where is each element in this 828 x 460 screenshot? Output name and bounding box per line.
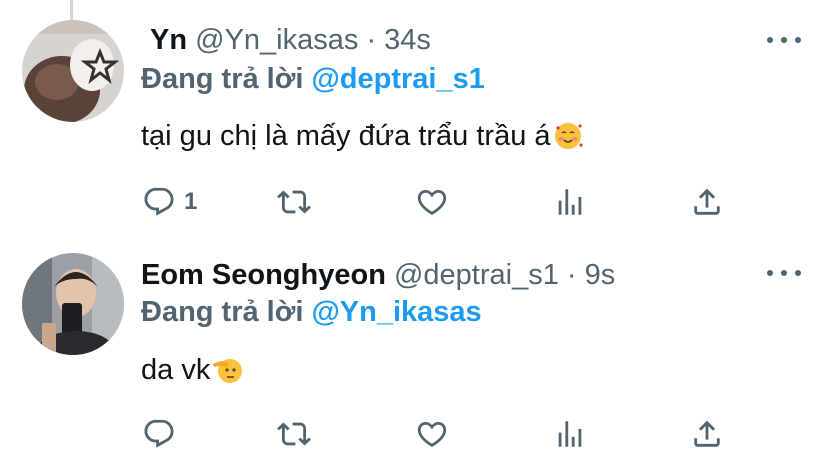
replying-to-label: Đang trả lời bbox=[141, 63, 304, 95]
reply-count: 1 bbox=[184, 188, 198, 215]
replying-to: Đang trả lời @deptrai_s1 bbox=[141, 61, 485, 97]
tweet-1[interactable]: Yn @Yn_ikasas · 34s Đang trả lời @deptra… bbox=[0, 0, 828, 233]
thread-line bbox=[70, 0, 73, 20]
tweet-text: tại gu chị là mấy đứa trẩu trầu á bbox=[141, 118, 583, 160]
timestamp[interactable]: 9s bbox=[585, 259, 616, 291]
share-icon bbox=[694, 420, 720, 447]
replying-to-label: Đang trả lời bbox=[141, 296, 304, 328]
retweet-icon bbox=[277, 422, 311, 446]
retweet-button[interactable] bbox=[277, 414, 311, 454]
reply-button[interactable] bbox=[142, 414, 184, 454]
replying-to: Đang trả lời @Yn_ikasas bbox=[141, 294, 482, 330]
username[interactable]: @Yn_ikasas bbox=[195, 24, 358, 56]
separator-dot: · bbox=[366, 24, 377, 56]
retweet-button[interactable] bbox=[277, 182, 311, 222]
tweet-actions bbox=[0, 414, 828, 454]
tweet-2[interactable]: Eom Seonghyeon @deptrai_s1 · 9s Đang trả… bbox=[0, 233, 828, 460]
tweet-header: Eom Seonghyeon @deptrai_s1 · 9s bbox=[141, 257, 615, 293]
reply-icon bbox=[144, 419, 174, 448]
tweet-actions: 1 bbox=[0, 182, 828, 222]
share-button[interactable] bbox=[690, 182, 724, 222]
more-icon[interactable] bbox=[766, 263, 802, 283]
views-icon bbox=[558, 421, 582, 447]
avatar[interactable] bbox=[22, 253, 124, 355]
smiling-face-with-hearts-icon bbox=[553, 121, 583, 160]
retweet-icon bbox=[277, 190, 311, 214]
tweet-text-content: tại gu chị là mấy đứa trẩu trầu á bbox=[141, 120, 551, 152]
views-button[interactable] bbox=[553, 182, 587, 222]
share-button[interactable] bbox=[690, 414, 724, 454]
display-name[interactable]: Yn bbox=[150, 24, 187, 56]
username[interactable]: @deptrai_s1 bbox=[394, 259, 559, 291]
like-button[interactable] bbox=[415, 182, 449, 222]
tweet-header: Yn @Yn_ikasas · 34s bbox=[150, 22, 431, 58]
avatar[interactable] bbox=[22, 20, 124, 122]
like-icon bbox=[417, 421, 447, 447]
separator-dot: · bbox=[566, 259, 577, 291]
replying-to-mention[interactable]: @Yn_ikasas bbox=[311, 296, 481, 328]
tweet-text: da vk bbox=[141, 352, 243, 394]
like-icon bbox=[417, 189, 447, 215]
display-name[interactable]: Eom Seonghyeon bbox=[141, 259, 386, 291]
tweet-text-content: da vk bbox=[141, 354, 211, 386]
views-icon bbox=[558, 189, 582, 215]
more-icon[interactable] bbox=[766, 30, 802, 50]
views-button[interactable] bbox=[553, 414, 587, 454]
reply-icon bbox=[144, 187, 174, 216]
timestamp[interactable]: 34s bbox=[384, 24, 431, 56]
share-icon bbox=[694, 188, 720, 215]
like-button[interactable] bbox=[415, 414, 449, 454]
saluting-face-icon bbox=[212, 355, 243, 394]
reply-button[interactable]: 1 bbox=[142, 182, 197, 222]
replying-to-mention[interactable]: @deptrai_s1 bbox=[311, 63, 484, 95]
